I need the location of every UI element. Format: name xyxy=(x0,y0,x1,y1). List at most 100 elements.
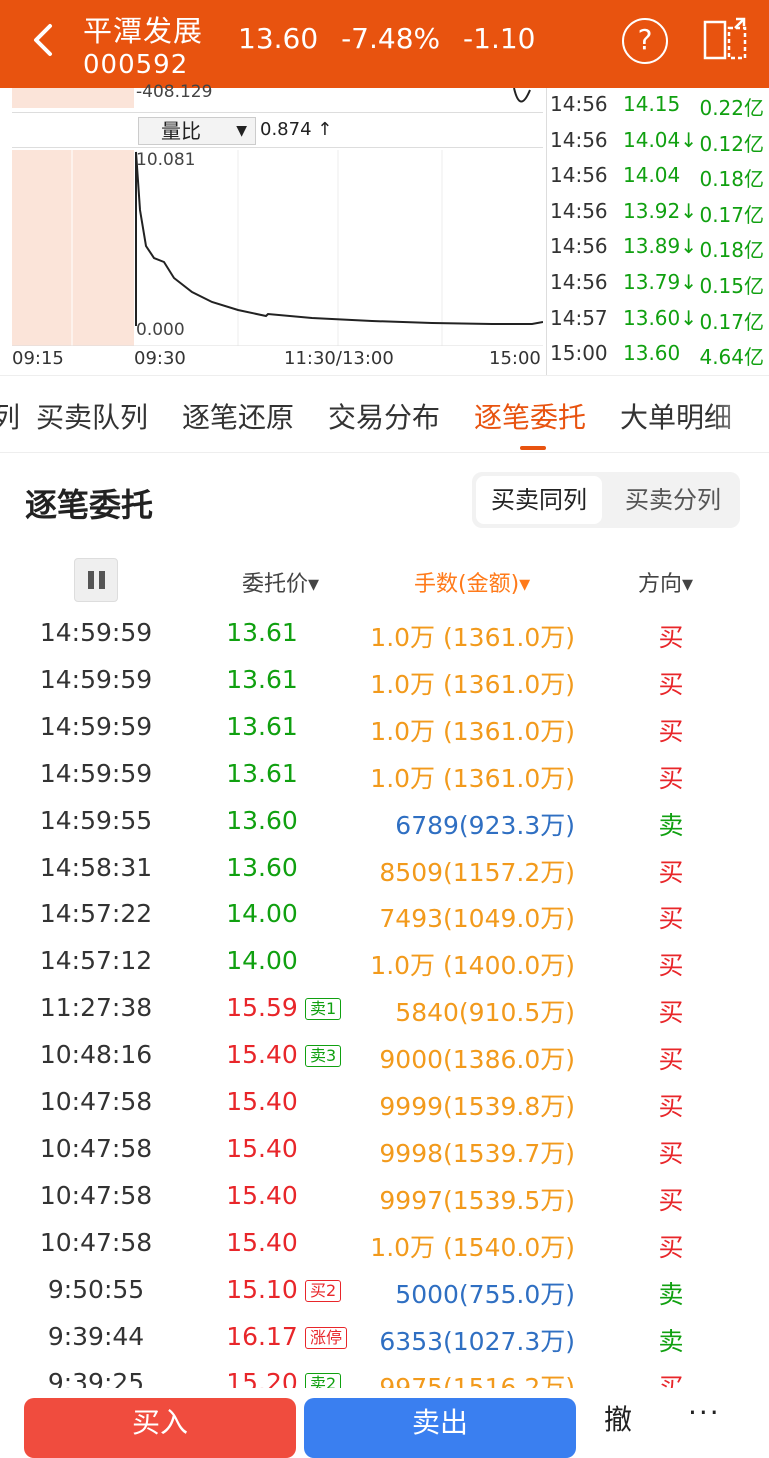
order-volume: 9000(1386.0万) xyxy=(379,1045,575,1075)
tick-time: 14:56 xyxy=(550,270,608,294)
order-time: 9:39:44 xyxy=(47,1321,145,1351)
order-volume: 6353(1027.3万) xyxy=(379,1326,575,1356)
axis-label-open-auction: 09:15 xyxy=(12,348,64,369)
table-row[interactable]: 14:59:59 13.61 1.0万 (1361.0万) 买 xyxy=(0,608,769,655)
order-price: 13.61 xyxy=(226,618,298,647)
order-volume: 1.0万 (1400.0万) xyxy=(370,951,575,981)
axis-label-open: 09:30 xyxy=(134,348,186,369)
order-time: 14:59:59 xyxy=(39,618,153,647)
tick-time: 14:56 xyxy=(550,234,608,259)
auction-shade-top xyxy=(12,88,134,108)
same-column-button[interactable]: 买卖同列 xyxy=(476,476,602,524)
tab-tick-restore[interactable]: 逐笔还原 xyxy=(182,396,294,436)
order-time: 14:57:12 xyxy=(39,946,153,976)
table-row[interactable]: 14:59:59 13.61 1.0万 (1361.0万) 买 xyxy=(0,655,769,702)
order-volume: 7493(1049.0万) xyxy=(379,904,575,934)
more-icon[interactable]: ··· xyxy=(688,1396,721,1429)
table-row[interactable]: 14:59:59 13.61 1.0万 (1361.0万) 买 xyxy=(0,749,769,796)
pause-icon[interactable] xyxy=(74,558,118,602)
order-volume: 5000(755.0万) xyxy=(395,1279,575,1309)
tab-partial[interactable]: 列 xyxy=(0,396,20,436)
ratio-dropdown[interactable]: 量比 ▼ xyxy=(138,117,256,145)
intraday-chart[interactable]: -408.129 量比 ▼ 0.874 ↑ 10.081 0.000 09:15… xyxy=(0,82,769,375)
axis-label-midday: 11:30/13:00 xyxy=(284,348,394,369)
order-direction: 买 xyxy=(658,998,684,1028)
help-icon[interactable]: ? xyxy=(622,18,668,64)
tick-price: 14.04↓ xyxy=(623,127,698,152)
stock-code: 000592 xyxy=(83,50,189,80)
table-row[interactable]: 14:59:55 13.60 6789(923.3万) 卖 xyxy=(0,796,769,843)
tick-row: 14:57 13.60↓ 0.17亿 xyxy=(547,306,769,342)
change-amount: -1.10 xyxy=(463,22,536,55)
sell-button[interactable]: 卖出 xyxy=(304,1398,576,1458)
tick-row: 14:56 14.04↓ 0.12亿 xyxy=(547,128,769,164)
order-price: 13.61 xyxy=(226,664,298,694)
column-header-direction[interactable]: 方向▾ xyxy=(638,566,693,598)
order-price: 15.40 xyxy=(226,1087,298,1116)
switch-stock-icon[interactable] xyxy=(702,16,750,64)
table-row[interactable]: 14:58:31 13.60 8509(1157.2万) 买 xyxy=(0,843,769,890)
order-price: 14.00 xyxy=(226,946,298,976)
order-volume: 1.0万 (1540.0万) xyxy=(370,1232,575,1262)
tick-time: 15:00 xyxy=(550,341,608,366)
price-line-fragment xyxy=(513,88,531,103)
table-row[interactable]: 11:27:38 15.59 卖1 5840(910.5万) 买 xyxy=(0,983,769,1030)
stock-name: 平潭发展 xyxy=(83,14,204,48)
caret-down-icon: ▼ xyxy=(236,123,247,139)
order-direction: 买 xyxy=(658,716,684,746)
tick-amount: 0.17亿 xyxy=(699,202,764,227)
table-row[interactable]: 14:59:59 13.61 1.0万 (1361.0万) 买 xyxy=(0,702,769,749)
order-price: 15.40 xyxy=(226,1133,298,1163)
column-header-volume[interactable]: 手数(金额)▾ xyxy=(414,566,530,598)
order-price: 15.40 xyxy=(226,1227,298,1257)
tick-list[interactable]: 14:56 14.15 0.22亿 14:56 14.04↓ 0.12亿 14:56 14.0… xyxy=(546,88,769,375)
order-book-level-badge: 涨停 xyxy=(305,1326,348,1349)
order-direction: 买 xyxy=(658,1138,684,1168)
table-row[interactable]: 9:39:25 15.20 卖2 9975(1516.2万) 买 xyxy=(0,1358,769,1388)
back-icon[interactable] xyxy=(24,20,64,60)
tick-price: 13.60↓ xyxy=(623,305,698,330)
table-row[interactable]: 10:47:58 15.40 9998(1539.7万) 买 xyxy=(0,1124,769,1171)
order-time: 9:50:55 xyxy=(47,1274,145,1304)
order-price: 13.61 xyxy=(226,758,298,788)
tick-time: 14:57 xyxy=(550,305,608,330)
table-row[interactable]: 10:47:58 15.40 9997(1539.5万) 买 xyxy=(0,1171,769,1218)
table-row[interactable]: 9:39:44 16.17 涨停 6353(1027.3万) 卖 xyxy=(0,1312,769,1359)
table-row[interactable]: 10:48:16 15.40 卖3 9000(1386.0万) 买 xyxy=(0,1030,769,1077)
change-percent: -7.48% xyxy=(341,22,441,55)
time-axis: 09:15 09:30 11:30/13:00 15:00 xyxy=(12,346,543,372)
tab-trade-distribution[interactable]: 交易分布 xyxy=(328,396,440,436)
tick-row: 14:56 13.92↓ 0.17亿 xyxy=(547,199,769,235)
split-column-button[interactable]: 买卖分列 xyxy=(610,476,736,524)
table-row[interactable]: 14:57:12 14.00 1.0万 (1400.0万) 买 xyxy=(0,936,769,983)
table-row[interactable]: 10:47:58 15.40 1.0万 (1540.0万) 买 xyxy=(0,1218,769,1265)
order-direction: 买 xyxy=(658,857,684,887)
ratio-value: 0.874 ↑ xyxy=(260,119,333,140)
tick-amount: 0.18亿 xyxy=(699,238,764,263)
cancel-order-button[interactable]: 撤 xyxy=(604,1398,632,1438)
table-row[interactable]: 9:50:55 15.10 买2 5000(755.0万) 卖 xyxy=(0,1265,769,1312)
table-row[interactable]: 14:57:22 14.00 7493(1049.0万) 买 xyxy=(0,889,769,936)
tick-price: 13.89↓ xyxy=(623,234,698,259)
detail-tabs: 列 买卖队列 逐笔还原 交易分布 逐笔委托 大单明细 xyxy=(0,375,769,453)
column-header-price[interactable]: 委托价▾ xyxy=(242,566,319,598)
tab-order-by-order[interactable]: 逐笔委托 xyxy=(474,396,586,436)
volume-ratio-curve xyxy=(12,150,544,347)
layout-toggle: 买卖同列 买卖分列 xyxy=(472,472,740,528)
volume-max-label: 10.081 xyxy=(136,150,196,170)
order-price: 14.00 xyxy=(226,899,298,929)
tick-price: 14.04 xyxy=(623,163,681,188)
order-time: 14:57:22 xyxy=(39,899,153,929)
order-time: 9:39:25 xyxy=(47,1368,145,1388)
buy-button[interactable]: 买入 xyxy=(24,1398,296,1458)
volume-panel: 10.081 0.000 xyxy=(12,150,544,347)
tick-row: 14:56 14.15 0.22亿 xyxy=(547,92,769,128)
order-volume: 9998(1539.7万) xyxy=(379,1138,575,1168)
order-time: 10:48:16 xyxy=(39,1040,153,1070)
order-direction: 买 xyxy=(658,951,684,981)
order-list[interactable]: 14:59:59 13.61 1.0万 (1361.0万) 买 14:59:59 13.6… xyxy=(0,608,769,1388)
tab-order-queue[interactable]: 买卖队列 xyxy=(36,396,148,436)
order-time: 14:59:59 xyxy=(39,664,153,694)
table-row[interactable]: 10:47:58 15.40 9999(1539.8万) 买 xyxy=(0,1077,769,1124)
order-time: 10:47:58 xyxy=(39,1227,153,1257)
